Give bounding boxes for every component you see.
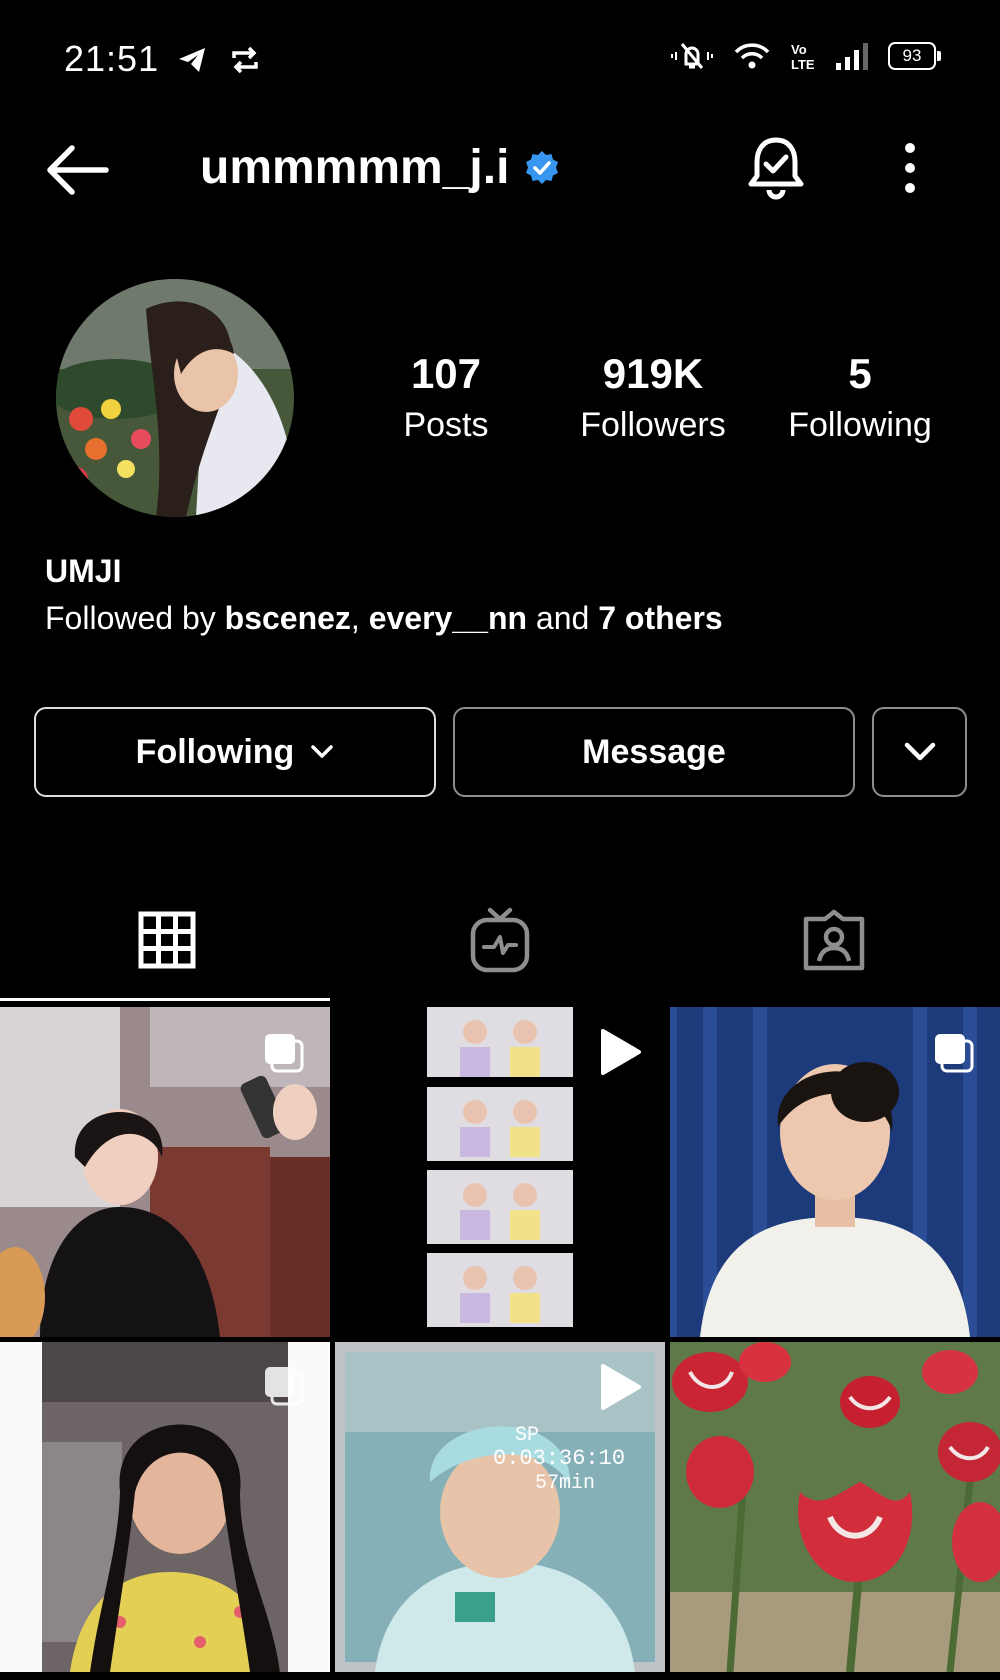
followers-value: 919K <box>602 350 704 397</box>
grid-post-4[interactable] <box>0 1342 330 1672</box>
notifications-button[interactable] <box>745 134 807 205</box>
tab-igtv[interactable] <box>333 880 666 1000</box>
followed-by-text[interactable]: Followed by bscenez, every__nn and 7 oth… <box>45 600 723 637</box>
followers-label: Followers <box>580 406 726 444</box>
profile-tabs <box>0 880 1000 1000</box>
message-button[interactable]: Message <box>453 707 855 797</box>
back-button[interactable] <box>44 140 110 205</box>
post-thumbnail <box>670 1342 1000 1672</box>
notification-bell-icon <box>748 137 804 200</box>
sync-icon <box>232 46 258 74</box>
carousel-icon <box>935 1034 974 1073</box>
grid-icon <box>138 911 195 969</box>
posts-value: 107 <box>410 350 482 397</box>
status-right-icons: Vo LTE 93 <box>670 40 941 72</box>
chevron-down-icon <box>904 742 935 761</box>
carousel-icon <box>265 1367 304 1406</box>
more-options-button[interactable] <box>895 140 925 201</box>
tab-tagged[interactable] <box>667 880 1000 1000</box>
following-button-label: Following <box>135 732 295 771</box>
following-label: Following <box>788 406 932 444</box>
following-count[interactable]: 5 Following <box>770 350 950 445</box>
more-options-icon <box>905 143 915 193</box>
mutual-others[interactable]: 7 others <box>598 600 722 636</box>
chevron-down-icon <box>311 745 334 758</box>
followers-count[interactable]: 919K Followers <box>563 350 743 445</box>
svg-text:Vo: Vo <box>791 42 807 57</box>
followed-and: and <box>527 600 599 636</box>
grid-post-3[interactable] <box>670 1007 1000 1337</box>
profile-title: ummmmm_j.i <box>200 140 561 195</box>
mutual-follower-1[interactable]: bscenez <box>225 600 351 636</box>
posts-label: Posts <box>403 406 489 444</box>
svg-text:LTE: LTE <box>791 57 815 72</box>
verified-badge-icon <box>526 150 559 184</box>
tab-posts-grid[interactable] <box>0 880 333 1000</box>
avatar-image <box>56 279 294 517</box>
status-left-icons <box>176 44 262 76</box>
mute-icon <box>671 43 713 69</box>
following-value: 5 <box>848 350 872 397</box>
tagged-icon <box>803 909 864 971</box>
battery-indicator: 93 <box>888 42 941 70</box>
carousel-icon <box>265 1034 304 1073</box>
telegram-icon <box>179 48 205 72</box>
svg-text:SP: SP <box>515 1424 539 1447</box>
following-button[interactable]: Following <box>34 707 436 797</box>
avatar[interactable] <box>56 279 294 517</box>
followed-prefix: Followed by <box>45 600 225 636</box>
profile-name: UMJI <box>45 553 122 589</box>
back-arrow-icon <box>47 145 109 195</box>
wifi-icon <box>734 43 770 69</box>
status-time: 21:51 <box>64 38 160 79</box>
grid-post-2[interactable] <box>335 1007 665 1337</box>
suggested-accounts-button[interactable] <box>872 707 967 797</box>
mutual-follower-2[interactable]: every__nn <box>369 600 527 636</box>
username: ummmmm_j.i <box>200 141 510 194</box>
play-icon <box>601 1364 641 1410</box>
grid-post-1[interactable] <box>0 1007 330 1337</box>
grid-post-6[interactable] <box>670 1342 1000 1672</box>
followed-separator: , <box>350 600 369 636</box>
signal-icon <box>836 43 868 70</box>
svg-text:0:03:36:10: 0:03:36:10 <box>493 1446 625 1471</box>
igtv-icon <box>470 907 529 973</box>
volte-icon: Vo LTE <box>791 42 815 72</box>
posts-count[interactable]: 107 Posts <box>356 350 536 445</box>
grid-post-5[interactable]: SP 0:03:36:10 57min <box>335 1342 665 1672</box>
svg-text:57min: 57min <box>535 1472 595 1495</box>
active-tab-indicator <box>0 998 330 1001</box>
message-button-label: Message <box>582 732 726 771</box>
play-icon <box>601 1029 641 1075</box>
